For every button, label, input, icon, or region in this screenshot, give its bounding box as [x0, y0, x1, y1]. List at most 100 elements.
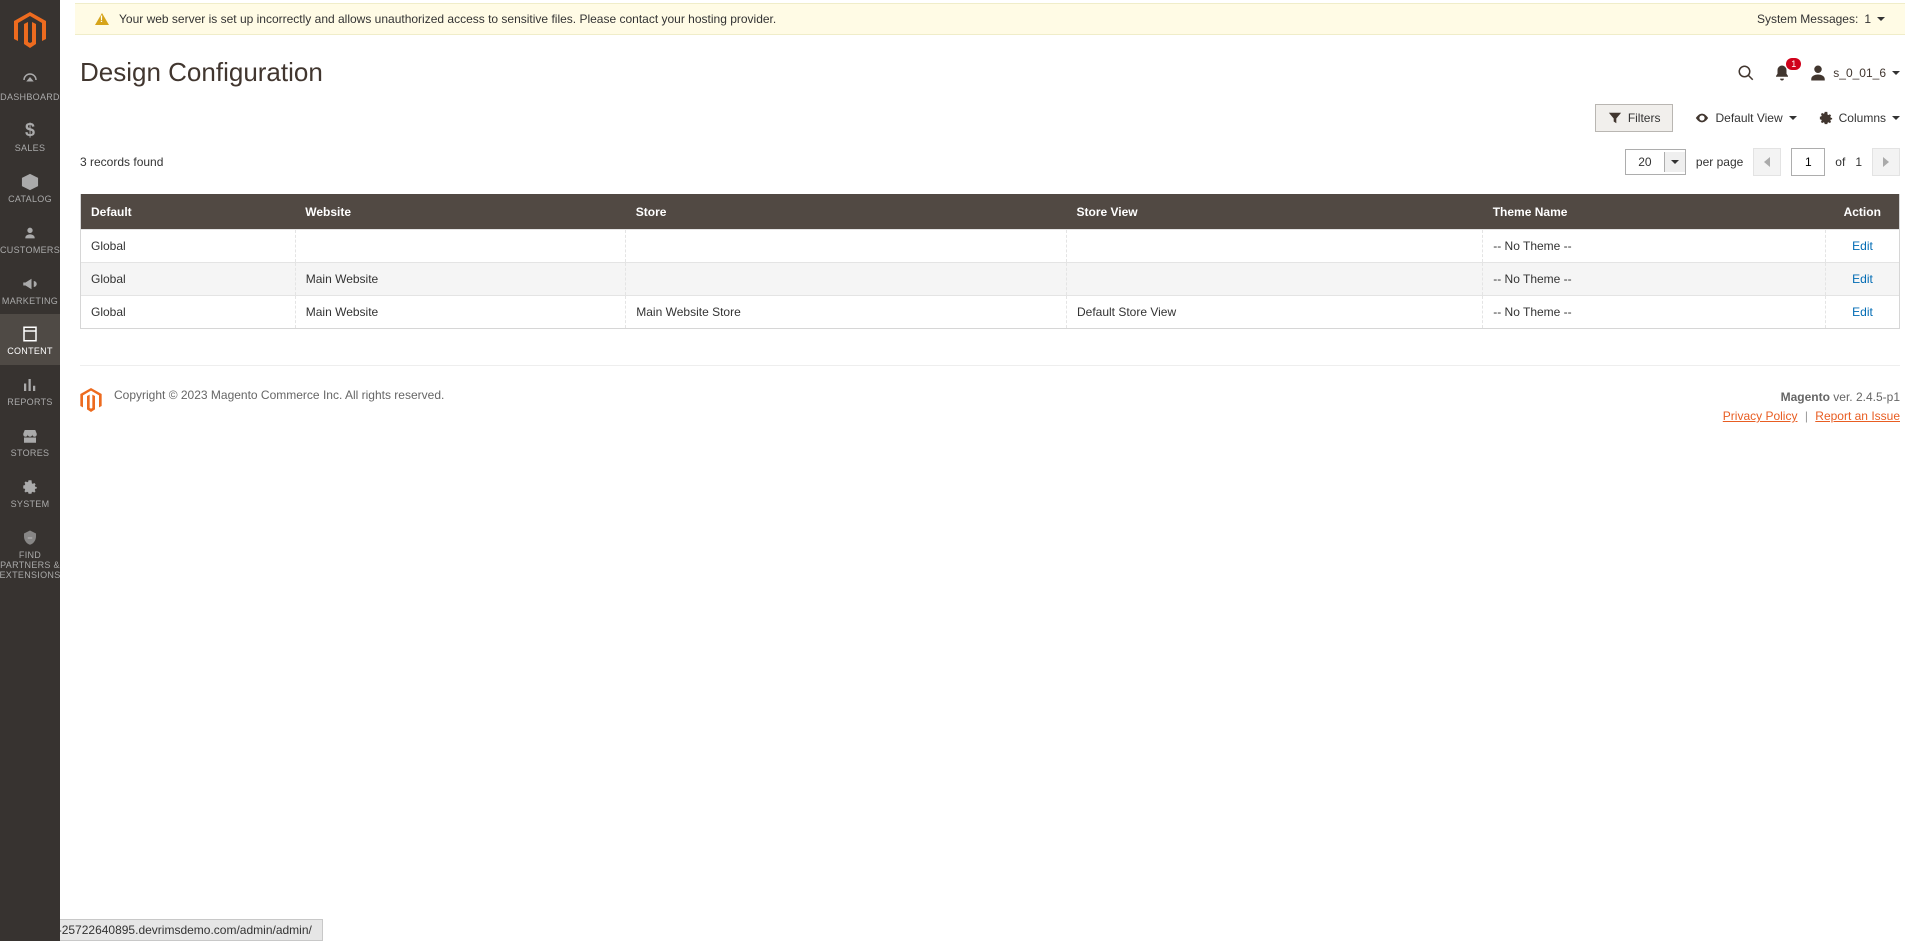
header-actions: 1 s_0_01_6	[1737, 64, 1900, 82]
system-message-text: Your web server is set up incorrectly an…	[119, 12, 1747, 26]
next-page-button[interactable]	[1872, 148, 1900, 176]
grid-toolbar-buttons: Filters Default View Columns	[60, 98, 1920, 138]
link-icon	[21, 528, 39, 548]
megaphone-icon	[21, 274, 39, 294]
records-found: 3 records found	[80, 155, 163, 169]
total-pages: 1	[1855, 155, 1862, 169]
col-header-theme[interactable]: Theme Name	[1483, 195, 1826, 230]
per-page-label: per page	[1696, 155, 1743, 169]
person-icon	[22, 223, 38, 243]
admin-sidebar: DASHBOARD $ SALES CATALOG CUSTOMERS MARKETING…	[0, 0, 60, 941]
columns-button[interactable]: Columns	[1819, 111, 1900, 125]
cell-store-view	[1066, 230, 1482, 263]
main-area: Your web server is set up incorrectly an…	[60, 0, 1920, 941]
current-page-input[interactable]	[1791, 148, 1825, 176]
privacy-policy-link[interactable]: Privacy Policy	[1723, 409, 1798, 423]
storefront-icon	[21, 426, 39, 446]
table-row: GlobalMain Website -- No Theme -- Edit	[81, 263, 1899, 296]
footer-version: ver. 2.4.5-p1	[1830, 390, 1900, 404]
view-bookmark-button[interactable]: Default View	[1695, 111, 1796, 125]
system-messages-toggle[interactable]: System Messages: 1	[1757, 12, 1885, 26]
col-header-store[interactable]: Store	[626, 195, 1067, 230]
col-header-store-view[interactable]: Store View	[1066, 195, 1482, 230]
system-message-bar: Your web server is set up incorrectly an…	[75, 3, 1905, 35]
sidebar-item-sales[interactable]: $ SALES	[0, 111, 60, 162]
sidebar-item-partners[interactable]: FIND PARTNERS & EXTENSIONS	[0, 518, 60, 589]
sidebar-item-content[interactable]: CONTENT	[0, 314, 60, 365]
sidebar-item-label: DASHBOARD	[0, 93, 60, 103]
cell-action: Edit	[1826, 230, 1900, 263]
cell-store	[626, 263, 1067, 296]
barchart-icon	[21, 375, 39, 395]
prev-page-button[interactable]	[1753, 148, 1781, 176]
username: s_0_01_6	[1833, 66, 1886, 80]
col-header-action: Action	[1826, 195, 1900, 230]
cell-theme: -- No Theme --	[1483, 230, 1826, 263]
page-size-value: 20	[1626, 150, 1664, 174]
page-size-select[interactable]: 20	[1625, 149, 1686, 175]
sidebar-item-dashboard[interactable]: DASHBOARD	[0, 60, 60, 111]
eye-icon	[1695, 111, 1709, 125]
cell-action: Edit	[1826, 263, 1900, 296]
cell-default: Global	[81, 230, 295, 263]
col-header-default[interactable]: Default	[81, 195, 295, 230]
columns-label: Columns	[1839, 111, 1886, 125]
view-label: Default View	[1715, 111, 1782, 125]
footer-product: Magento	[1781, 390, 1830, 404]
sidebar-item-label: CATALOG	[8, 195, 52, 205]
edit-link[interactable]: Edit	[1852, 272, 1873, 286]
cell-store-view	[1066, 263, 1482, 296]
gauge-icon	[21, 70, 39, 90]
chevron-left-icon	[1764, 157, 1770, 167]
cell-website	[295, 230, 626, 263]
account-menu[interactable]: s_0_01_6	[1809, 64, 1900, 82]
sidebar-item-stores[interactable]: STORES	[0, 416, 60, 467]
cell-website: Main Website	[295, 263, 626, 296]
sidebar-item-customers[interactable]: CUSTOMERS	[0, 213, 60, 264]
sidebar-item-catalog[interactable]: CATALOG	[0, 162, 60, 213]
footer-separator: |	[1805, 409, 1808, 423]
cell-store: Main Website Store	[626, 296, 1067, 329]
sidebar-item-label: CUSTOMERS	[0, 246, 60, 256]
notification-badge: 1	[1786, 58, 1801, 71]
search-icon	[1737, 64, 1755, 82]
cell-store	[626, 230, 1067, 263]
box-icon	[21, 172, 39, 192]
dollar-icon: $	[25, 121, 35, 141]
cell-default: Global	[81, 263, 295, 296]
cell-theme: -- No Theme --	[1483, 296, 1826, 329]
table-header-row: Default Website Store Store View Theme N…	[81, 195, 1899, 230]
sidebar-item-label: SYSTEM	[11, 500, 50, 510]
page-size-dropdown-button[interactable]	[1664, 152, 1685, 172]
table-row: GlobalMain WebsiteMain Website StoreDefa…	[81, 296, 1899, 329]
system-messages-label: System Messages:	[1757, 12, 1858, 26]
chevron-down-icon	[1789, 116, 1797, 120]
magento-logo-icon	[14, 12, 46, 48]
sidebar-item-system[interactable]: SYSTEM	[0, 467, 60, 518]
table-row: Global -- No Theme -- Edit	[81, 230, 1899, 263]
sidebar-item-label: SALES	[15, 144, 46, 154]
report-issue-link[interactable]: Report an Issue	[1815, 409, 1900, 423]
notifications-button[interactable]: 1	[1773, 64, 1791, 82]
cell-theme: -- No Theme --	[1483, 263, 1826, 296]
page-header: Design Configuration 1 s_0_01_6	[60, 35, 1920, 98]
magento-logo[interactable]	[0, 0, 60, 60]
edit-link[interactable]: Edit	[1852, 305, 1873, 319]
sidebar-item-label: CONTENT	[7, 347, 53, 357]
sidebar-item-marketing[interactable]: MARKETING	[0, 264, 60, 315]
col-header-website[interactable]: Website	[295, 195, 626, 230]
copyright-text: Copyright © 2023 Magento Commerce Inc. A…	[114, 388, 444, 402]
filters-button[interactable]: Filters	[1595, 104, 1674, 132]
chevron-down-icon	[1877, 17, 1885, 21]
grid-toolbar-paging: 3 records found 20 per page of 1	[60, 138, 1920, 194]
cell-action: Edit	[1826, 296, 1900, 329]
of-label: of	[1835, 155, 1845, 169]
design-configuration-grid: Default Website Store Store View Theme N…	[80, 194, 1900, 329]
sidebar-item-label: REPORTS	[7, 398, 52, 408]
sidebar-item-reports[interactable]: REPORTS	[0, 365, 60, 416]
edit-link[interactable]: Edit	[1852, 239, 1873, 253]
search-button[interactable]	[1737, 64, 1755, 82]
sidebar-item-label: STORES	[11, 449, 50, 459]
user-icon	[1809, 64, 1827, 82]
cell-website: Main Website	[295, 296, 626, 329]
